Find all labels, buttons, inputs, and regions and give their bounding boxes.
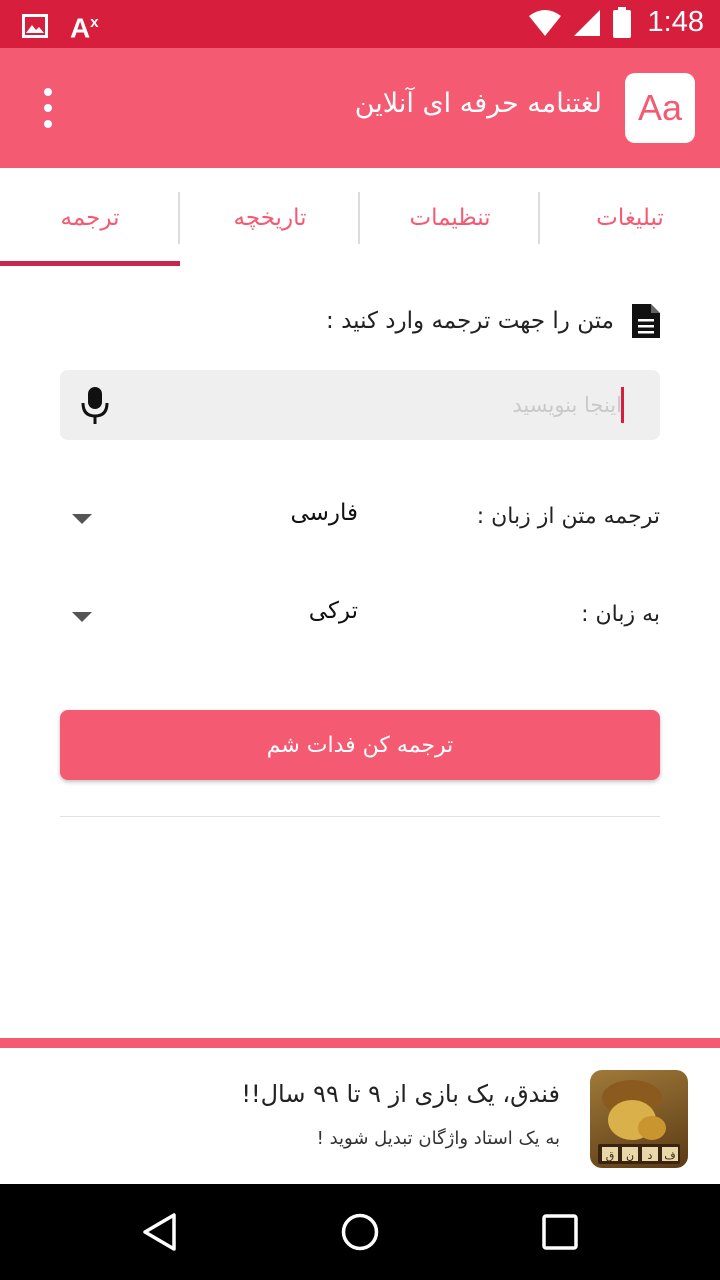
target-language-row[interactable]: به زبان : ترکی: [60, 588, 660, 648]
prompt-label: متن را جهت ترجمه وارد کنید :: [326, 308, 614, 334]
app-bar: Aa لغتنامه حرفه ای آنلاین: [0, 48, 720, 168]
recents-icon[interactable]: [540, 1212, 580, 1252]
ad-banner[interactable]: ق ن د ف فندق، یک بازی از ۹ تا ۹۹ سال!! ب…: [0, 1048, 720, 1184]
target-language-label: به زبان :: [581, 602, 660, 627]
translate-text-input[interactable]: [182, 370, 622, 440]
tab-label: ترجمه: [60, 205, 120, 231]
text-caret: [621, 387, 624, 423]
app-logo: Aa: [625, 73, 695, 143]
target-language-select[interactable]: ترکی: [309, 598, 358, 624]
tab-translate[interactable]: ترجمه: [0, 168, 180, 268]
translate-button[interactable]: ترجمه کن فدات شم: [60, 710, 660, 780]
tab-history[interactable]: تاریخچه: [180, 168, 360, 268]
document-icon: [632, 304, 660, 338]
ad-body: به یک استاد واژگان تبدیل شوید !: [316, 1128, 560, 1149]
ad-icon-letter: د: [648, 1149, 653, 1162]
back-icon[interactable]: [140, 1212, 180, 1252]
ad-icon-letter: ف: [664, 1149, 675, 1162]
status-bar: Ax 1:48: [0, 0, 720, 48]
text-input-box: [60, 370, 660, 440]
prompt-row: متن را جهت ترجمه وارد کنید :: [326, 302, 662, 340]
ad-headline[interactable]: فندق، یک بازی از ۹ تا ۹۹ سال!!: [241, 1080, 560, 1108]
ad-icon-letter: ن: [626, 1149, 634, 1162]
ad-icon-letter: ق: [606, 1149, 615, 1162]
tab-ads[interactable]: تبلیغات: [540, 168, 720, 268]
wifi-icon: [528, 9, 561, 36]
navigation-bar: [0, 1184, 720, 1280]
ad-app-icon[interactable]: ق ن د ف: [590, 1070, 688, 1168]
status-time: 1:48: [647, 6, 704, 38]
ad-top-border: [0, 1038, 720, 1048]
tab-label: تبلیغات: [596, 205, 664, 231]
chevron-down-icon[interactable]: [72, 612, 92, 622]
tab-label: تنظیمات: [409, 205, 491, 231]
source-language-select[interactable]: فارسی: [290, 500, 358, 526]
source-language-row[interactable]: ترجمه متن از زبان : فارسی: [60, 490, 660, 550]
microphone-icon[interactable]: [80, 385, 110, 425]
chevron-down-icon[interactable]: [72, 514, 92, 524]
battery-icon: [612, 6, 631, 38]
acorn-icon: ق ن د ف: [598, 1080, 680, 1164]
tab-label: تاریخچه: [233, 205, 307, 231]
divider: [60, 816, 660, 817]
tab-settings[interactable]: تنظیمات: [360, 168, 540, 268]
tab-bar: ترجمه تاریخچه تنظیمات تبلیغات: [0, 168, 720, 268]
translate-icon: Ax: [70, 12, 99, 44]
source-language-label: ترجمه متن از زبان :: [476, 504, 660, 529]
home-icon[interactable]: [340, 1212, 380, 1252]
overflow-menu-icon[interactable]: [36, 88, 60, 128]
image-icon: [22, 13, 48, 38]
app-title: لغتنامه حرفه ای آنلاین: [354, 88, 602, 119]
signal-icon: [573, 9, 600, 36]
